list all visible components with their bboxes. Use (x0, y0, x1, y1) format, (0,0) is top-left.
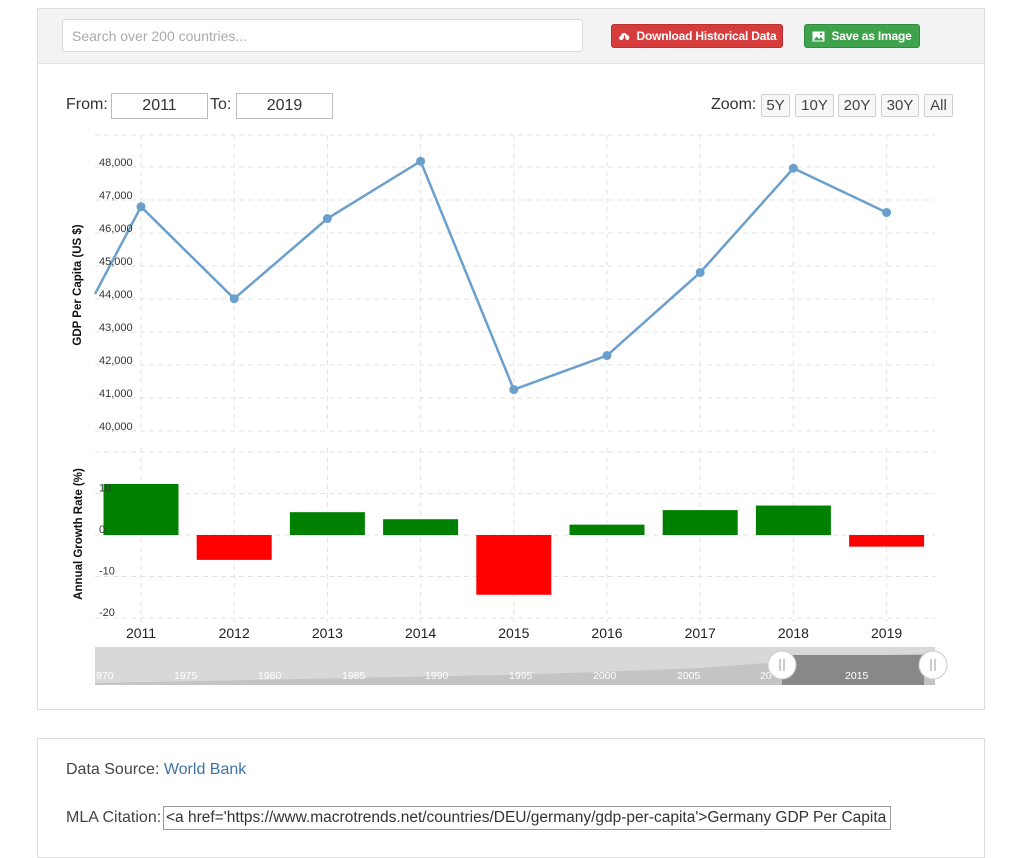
data-source-row: Data Source: World Bank (66, 761, 246, 779)
navigator-handle-right[interactable] (918, 650, 948, 680)
gdp-data-point[interactable] (416, 156, 426, 166)
line-y-tick-label: 48,000 (99, 157, 133, 169)
growth-bar[interactable] (849, 535, 925, 547)
gdp-data-point[interactable] (136, 202, 146, 212)
x-axis-label: 2015 (498, 625, 529, 641)
mla-citation-input[interactable] (163, 806, 891, 830)
bar-y-tick-label: 0 (99, 524, 105, 536)
line-y-tick-label: 41,000 (99, 388, 133, 400)
mla-citation-label: MLA Citation: (66, 809, 162, 826)
x-axis-label: 2014 (405, 625, 436, 641)
x-axis-label: 2011 (126, 625, 156, 641)
navigator-year-label: 970 (96, 670, 114, 682)
x-axis-label: 2016 (591, 625, 622, 641)
navigator-year-label: 2015 (845, 670, 869, 682)
growth-bar[interactable] (476, 535, 552, 595)
range-navigator[interactable]: 970 1975 1980 1985 1990 1995 2000 2005 20 2015 (95, 647, 948, 685)
gdp-data-point[interactable] (788, 163, 798, 173)
line-y-tick-label: 42,000 (99, 355, 133, 367)
navigator-year-label: 1985 (342, 670, 366, 682)
bar-y-axis-title: Annual Growth Rate (%) (73, 468, 85, 600)
x-axis-label: 2017 (685, 625, 716, 641)
growth-bar[interactable] (383, 519, 459, 535)
world-bank-link[interactable]: World Bank (164, 761, 246, 778)
bar-y-tick-label: -20 (99, 607, 115, 619)
growth-bar[interactable] (569, 524, 645, 535)
x-axis-label: 2012 (219, 625, 250, 641)
bar-y-tick-label: -10 (99, 566, 115, 578)
growth-bar[interactable] (662, 510, 738, 535)
line-y-tick-label: 46,000 (99, 223, 133, 235)
gdp-data-point[interactable] (602, 351, 612, 361)
growth-bar[interactable] (289, 512, 365, 535)
navigator-year-label: 1995 (509, 670, 533, 682)
growth-bar[interactable] (196, 535, 272, 560)
navigator-handle-left[interactable] (767, 650, 797, 680)
line-y-tick-label: 47,000 (99, 190, 133, 202)
x-axis-label: 2018 (778, 625, 809, 641)
line-y-tick-label: 45,000 (99, 256, 133, 268)
gdp-data-point[interactable] (509, 385, 519, 395)
x-axis-label: 2019 (871, 625, 902, 641)
data-source-label: Data Source: (66, 761, 160, 778)
gdp-data-point[interactable] (882, 208, 892, 218)
gdp-series-line (93, 159, 888, 392)
gdp-data-point[interactable] (229, 294, 239, 304)
source-panel: Data Source: World Bank MLA Citation: (37, 738, 985, 858)
x-axis-label: 2013 (312, 625, 343, 641)
navigator-year-label: 1980 (258, 670, 282, 682)
navigator-year-label: 1990 (425, 670, 449, 682)
line-y-tick-label: 40,000 (99, 421, 133, 433)
navigator-year-label: 1975 (174, 670, 198, 682)
gdp-chart: 40,000 41,000 42,000 43,000 44,000 45,000 46,0… (72, 134, 948, 685)
growth-bar[interactable] (103, 483, 179, 535)
bar-y-tick-label: 10 (99, 483, 111, 495)
navigator-year-label: 2000 (593, 670, 617, 682)
line-y-tick-label: 44,000 (99, 289, 133, 301)
line-y-axis-title: GDP Per Capita (US $) (72, 224, 84, 345)
navigator-year-label: 2005 (677, 670, 701, 682)
gdp-data-point[interactable] (322, 214, 332, 224)
growth-bar[interactable] (755, 505, 831, 535)
gdp-data-point[interactable] (695, 267, 705, 277)
line-y-tick-label: 43,000 (99, 322, 133, 334)
